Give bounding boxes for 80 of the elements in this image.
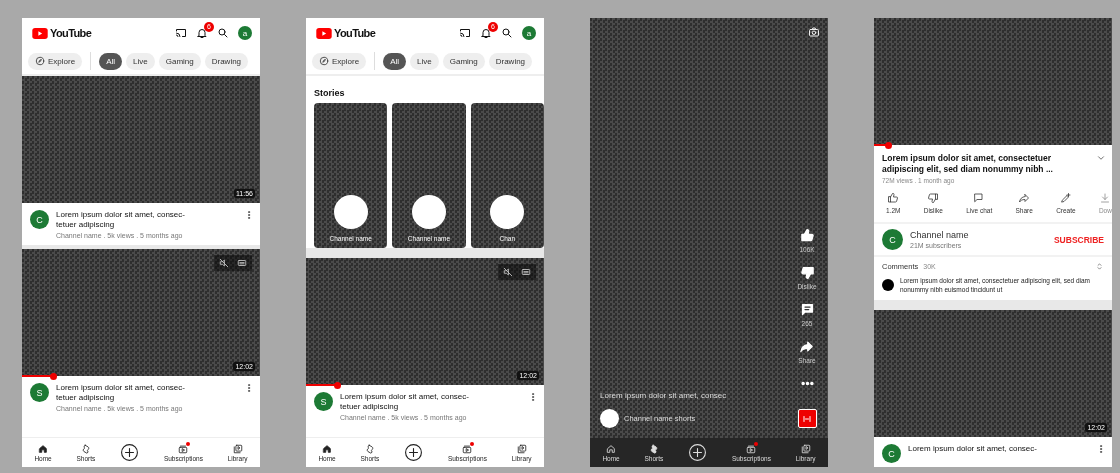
shorts-icon [80, 443, 91, 454]
explore-chip[interactable]: Explore [312, 52, 367, 70]
subscriptions-icon [746, 443, 757, 454]
mute-icon[interactable] [219, 258, 229, 268]
filter-chip[interactable]: All [383, 52, 406, 70]
dislike-icon [799, 265, 815, 280]
download-icon [1099, 192, 1112, 204]
search-icon[interactable] [501, 27, 513, 39]
subscribe-button[interactable]: SUBSCRIBE [1053, 234, 1104, 245]
filter-chip[interactable]: Drawing [204, 52, 249, 70]
home-icon [322, 443, 333, 454]
bell-icon[interactable] [196, 27, 208, 39]
channel-avatar[interactable]: S [30, 383, 49, 402]
create-icon [404, 443, 424, 462]
shorts-icon [364, 443, 375, 454]
dislike-icon [927, 192, 940, 204]
channel-avatar[interactable]: S [314, 392, 333, 411]
filter-chip[interactable]: Drawing [488, 52, 533, 70]
like-icon [799, 228, 815, 243]
short-title: Lorem ipsum dolor sit amet, consec [600, 391, 728, 400]
channel-name[interactable]: Channel name [910, 230, 1047, 240]
home-icon [606, 443, 617, 454]
filter-chip[interactable]: Gaming [442, 52, 485, 70]
video-title: Lorem ipsum dolor sit amet, consectetuer adipiscing elit, sed diam nonummy nibh ... [882, 153, 1054, 175]
like-icon [887, 192, 900, 204]
compass-icon [319, 56, 329, 66]
channel-avatar[interactable] [600, 409, 619, 428]
cast-icon[interactable] [459, 27, 471, 39]
nav-tab[interactable] [404, 443, 424, 462]
avatar-placeholder [412, 195, 446, 229]
subscriptions-icon [178, 443, 189, 454]
progress-handle[interactable] [333, 382, 341, 389]
channel-avatar[interactable]: C [30, 210, 49, 229]
cast-icon[interactable] [175, 27, 187, 39]
channel-avatar[interactable]: C [882, 229, 903, 250]
filter-chip[interactable]: All [99, 52, 122, 70]
create-icon [120, 443, 140, 462]
bell-icon[interactable] [480, 27, 492, 39]
comment-icon [799, 302, 815, 317]
explore-chip[interactable]: Explore [28, 52, 83, 70]
section-heading: Stories [313, 87, 346, 100]
video-title[interactable]: Lorem ipsum dolor sit amet, consec- tetuer adipiscing [56, 210, 237, 230]
video-title[interactable]: Lorem ipsum dolor sit amet, consec- tetuer adipiscing [340, 392, 521, 412]
channel-avatar[interactable]: C [882, 444, 901, 463]
share-icon [799, 339, 815, 354]
create-icon [1059, 192, 1072, 204]
nav-tab[interactable] [120, 443, 140, 462]
play-logo-icon [316, 27, 332, 39]
live-button[interactable] [797, 409, 817, 428]
subscriptions-icon [462, 443, 473, 454]
shorts-icon [648, 443, 659, 454]
home-icon [38, 443, 49, 454]
avatar-placeholder [333, 195, 368, 229]
library-icon [516, 443, 527, 454]
progress-handle[interactable] [885, 142, 893, 149]
create-icon [688, 443, 708, 462]
filter-chip[interactable]: Live [126, 52, 155, 70]
play-logo-icon [32, 27, 48, 39]
progress-handle[interactable] [49, 373, 57, 380]
share-icon [1018, 192, 1031, 204]
mute-icon[interactable] [503, 267, 513, 277]
avatar-placeholder [490, 195, 525, 229]
filter-chip[interactable]: Gaming [158, 52, 201, 70]
camera-icon[interactable] [808, 26, 820, 38]
video-title[interactable]: Lorem ipsum dolor sit amet, consec- tetuer adipiscing [56, 383, 237, 403]
account-avatar[interactable]: a [522, 26, 536, 40]
library-icon [232, 443, 243, 454]
logo-text: YouTube [334, 27, 376, 39]
chevron-down-icon[interactable] [1096, 153, 1106, 163]
search-icon[interactable] [217, 27, 229, 39]
library-icon [800, 443, 811, 454]
compass-icon [35, 56, 45, 66]
filter-chip[interactable]: Live [410, 52, 439, 70]
logo-text: YouTube [50, 27, 92, 39]
captions-icon[interactable] [521, 267, 531, 277]
video-title[interactable]: Lorem ipsum dolor sit amet, consec- [908, 444, 1089, 454]
livechat-icon [973, 192, 986, 204]
captions-icon[interactable] [237, 258, 247, 268]
commenter-avatar [882, 279, 894, 291]
account-avatar[interactable]: a [238, 26, 252, 40]
